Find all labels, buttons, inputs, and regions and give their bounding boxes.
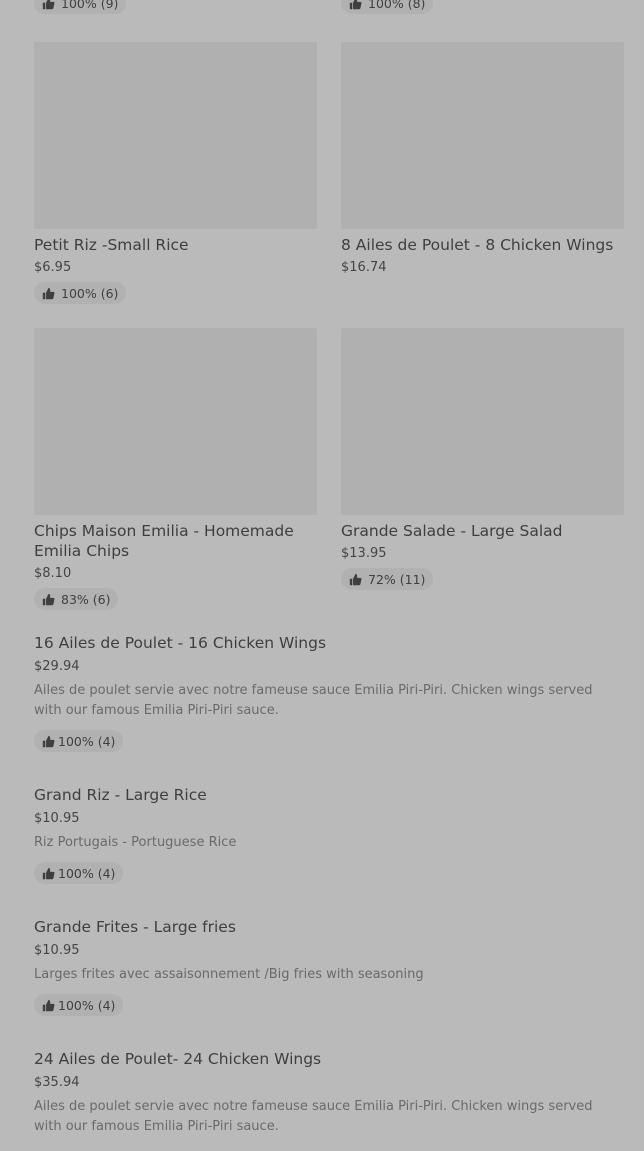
item-title: Petit Riz -Small Rice [34, 236, 189, 254]
item-price: $16.74 [341, 260, 387, 275]
item-price: $10.95 [34, 943, 80, 958]
item-image-placeholder [34, 328, 317, 515]
item-price: $8.10 [34, 566, 72, 581]
item-title: Grand Riz - Large Rice [34, 786, 207, 804]
rating-text: 83% (6) [61, 591, 111, 607]
thumbs-up-icon [42, 287, 55, 299]
thumbs-up-icon [349, 573, 362, 585]
thumbs-up-icon [42, 999, 55, 1011]
rating-badge: 100% (4) [34, 862, 124, 884]
menu-item-card[interactable]: Petit Riz -Small Rice $6.95 100% (6) [34, 42, 317, 304]
rating-badge: 72% (11) [341, 568, 434, 590]
rating-badge: 100% (9) [34, 0, 127, 14]
rating-text: 100% (4) [58, 997, 116, 1013]
thumbs-up-icon [42, 593, 55, 605]
item-price: $35.94 [34, 1075, 80, 1090]
menu-list-item[interactable]: Grand Riz - Large Rice $10.95 Riz Portug… [34, 785, 624, 884]
item-price: $29.94 [34, 659, 80, 674]
rating-badge: 100% (4) [34, 994, 124, 1016]
rating-text: 100% (8) [368, 0, 426, 11]
thumbs-up-icon [42, 0, 55, 9]
rating-text: 100% (4) [58, 865, 116, 881]
item-price: $6.95 [34, 260, 72, 275]
menu-item-card[interactable]: Chips Maison Emilia - Homemade Emilia Ch… [34, 328, 317, 610]
item-image-placeholder [34, 42, 317, 229]
rating-text: 100% (9) [61, 0, 119, 11]
menu-list-item[interactable]: Grande Frites - Large fries $10.95 Large… [34, 917, 624, 1016]
item-description: Larges frites avec assaisonnement /Big f… [34, 967, 424, 982]
rating-badge: 83% (6) [34, 588, 119, 610]
rating-text: 100% (4) [58, 733, 116, 749]
menu-list-item[interactable]: 24 Ailes de Poulet- 24 Chicken Wings $35… [34, 1049, 624, 1137]
item-title: Grande Frites - Large fries [34, 918, 236, 936]
rating-badge: 100% (8) [341, 0, 434, 14]
item-image-placeholder [341, 42, 624, 229]
menu-item-card[interactable]: Grande Salade - Large Salad $13.95 72% (… [341, 328, 624, 590]
rating-badge: 100% (6) [34, 282, 127, 304]
rating-text: 72% (11) [368, 571, 426, 587]
menu-list-item[interactable]: 16 Ailes de Poulet - 16 Chicken Wings $2… [34, 633, 624, 752]
thumbs-up-icon [42, 735, 55, 747]
item-title: 24 Ailes de Poulet- 24 Chicken Wings [34, 1050, 322, 1068]
thumbs-up-icon [42, 867, 55, 879]
item-price: $13.95 [341, 546, 387, 561]
menu-item-card[interactable]: 8 Ailes de Poulet - 8 Chicken Wings $16.… [341, 42, 624, 276]
rating-text: 100% (6) [61, 285, 119, 301]
item-title: Grande Salade - Large Salad [341, 522, 563, 540]
item-title: 16 Ailes de Poulet - 16 Chicken Wings [34, 634, 327, 652]
item-title: 8 Ailes de Poulet - 8 Chicken Wings [341, 236, 614, 254]
item-description: Ailes de poulet servie avec notre fameus… [34, 1099, 593, 1134]
item-image-placeholder [341, 328, 624, 515]
item-description: Ailes de poulet servie avec notre fameus… [34, 683, 593, 718]
item-description: Riz Portugais - Portuguese Rice [34, 835, 237, 850]
thumbs-up-icon [349, 0, 362, 9]
item-price: $10.95 [34, 811, 80, 826]
item-title: Chips Maison Emilia - Homemade Emilia Ch… [34, 522, 294, 560]
rating-badge: 100% (4) [34, 730, 124, 752]
